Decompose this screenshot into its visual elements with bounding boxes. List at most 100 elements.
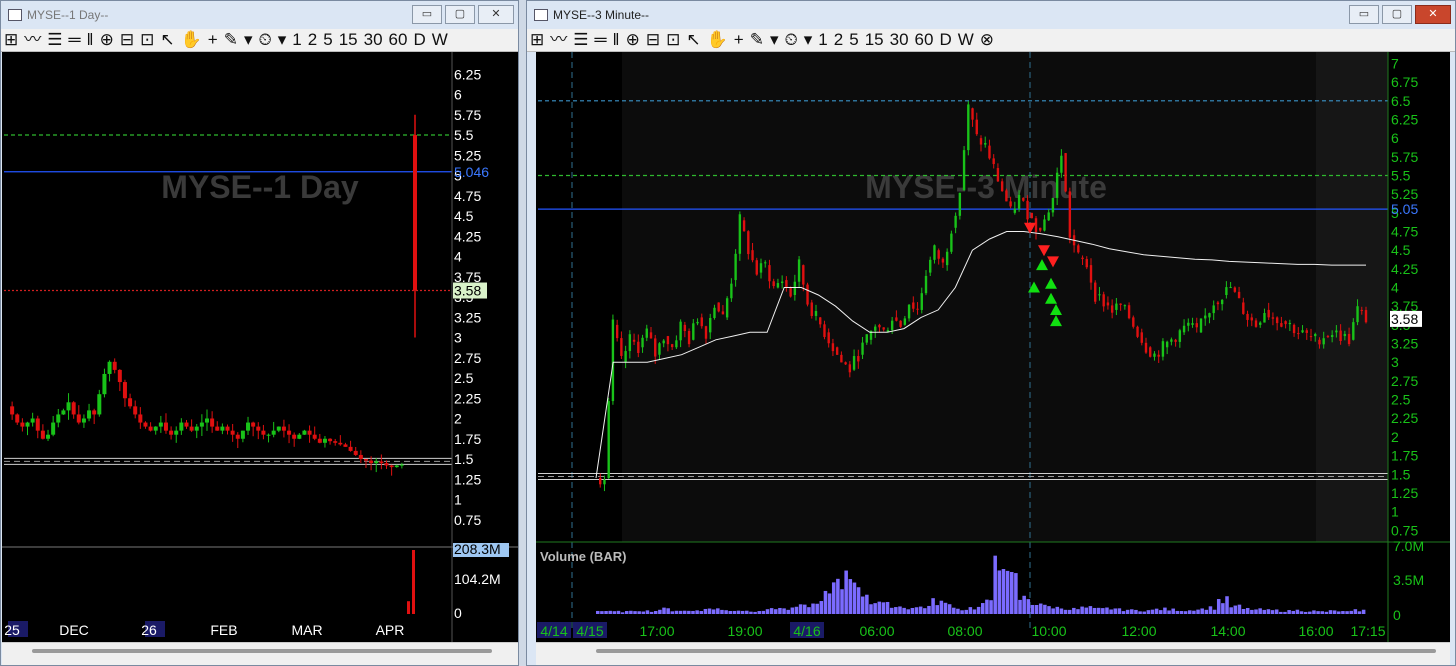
candle-body	[235, 434, 240, 439]
candle-body	[1034, 218, 1038, 233]
right-title-bar[interactable]: MYSE--3 Minute-- ▭ ▢ ✕	[527, 1, 1455, 29]
candle-body	[1047, 212, 1050, 221]
candle-body	[649, 332, 653, 339]
maximize-button[interactable]: ▢	[445, 5, 475, 24]
left-tool-6[interactable]: ⊟	[117, 30, 137, 50]
left-title-bar[interactable]: MYSE--1 Day-- ▭ ▢ ✕	[1, 1, 518, 29]
right-tool-19[interactable]: 30	[887, 30, 912, 50]
left-horizontal-scrollbar[interactable]	[2, 642, 518, 665]
left-tool-5[interactable]: ⊕	[97, 30, 117, 50]
right-chart-area[interactable]: MYSE--3 Minute 7 6.75 6.5 6.25 6 5.75 5.5 5.25 5 4…	[536, 52, 1450, 642]
left-tool-19[interactable]: 30	[361, 30, 386, 50]
candle-body	[1161, 341, 1165, 357]
candle-body	[1005, 190, 1008, 202]
left-tool-13[interactable]: ⏲	[255, 30, 274, 50]
left-tool-7[interactable]: ⊡	[137, 30, 157, 50]
minimize-button[interactable]: ▭	[412, 5, 442, 24]
candle-body	[374, 461, 379, 464]
right-tool-17[interactable]: 5	[846, 30, 861, 50]
right-tool-12[interactable]: ▾	[767, 30, 782, 50]
right-tool-20[interactable]: 60	[912, 30, 937, 50]
left-chart-svg[interactable]: MYSE--1 Day6.2565.755.55.2554.754.54.254…	[2, 52, 518, 642]
left-tool-3[interactable]: ═	[66, 30, 84, 50]
right-tool-10[interactable]: +	[731, 30, 747, 50]
x-tick-label: 14:00	[1210, 623, 1245, 639]
left-tool-21[interactable]: D	[410, 30, 428, 50]
left-tool-8[interactable]: ↖	[157, 30, 177, 50]
candle-body	[153, 426, 158, 431]
left-tool-22[interactable]: W	[429, 30, 451, 50]
left-scroll-thumb[interactable]	[32, 649, 492, 653]
candle-body	[143, 422, 148, 427]
y-tick-label: 4.25	[1391, 261, 1418, 277]
right-tool-13[interactable]: ⏲	[781, 30, 800, 50]
left-tool-20[interactable]: 60	[386, 30, 411, 50]
right-tool-2[interactable]: ☰	[570, 30, 591, 50]
left-tool-4[interactable]: ‖	[84, 30, 97, 50]
right-tool-21[interactable]: D	[936, 30, 954, 50]
right-horizontal-scrollbar[interactable]	[536, 642, 1450, 665]
volume-bar	[1096, 607, 1101, 614]
right-tool-6[interactable]: ⊟	[643, 30, 663, 50]
right-tool-18[interactable]: 15	[862, 30, 887, 50]
candle-body	[1022, 197, 1025, 201]
candle-body	[1267, 309, 1270, 318]
volume-bar	[1266, 609, 1271, 614]
right-tool-15[interactable]: 1	[815, 30, 830, 50]
right-chart-window: MYSE--3 Minute-- ▭ ▢ ✕ ⊞ 〰 ☰ ═ ‖ ⊕ ⊟ ⊡ ↖ ✋ + ✎ ▾ ⏲ ▾ 1 2…	[526, 0, 1456, 666]
candle-body	[1153, 353, 1156, 357]
right-tool-8[interactable]: ↖	[683, 30, 703, 50]
left-tool-10[interactable]: +	[205, 30, 221, 50]
right-tool-4[interactable]: ‖	[610, 30, 623, 50]
right-tool-5[interactable]: ⊕	[623, 30, 643, 50]
right-tool-22[interactable]: W	[955, 30, 977, 50]
right-scroll-thumb[interactable]	[596, 649, 1436, 653]
candle-body	[1204, 315, 1207, 319]
left-tool-12[interactable]: ▾	[241, 30, 256, 50]
right-chart-svg[interactable]: MYSE--3 Minute76.756.56.2565.755.55.2554…	[536, 52, 1450, 642]
right-tool-9[interactable]: ✋	[704, 30, 731, 50]
y-tick-label: 2.75	[454, 350, 481, 366]
volume-bar	[1279, 611, 1283, 614]
volume-bar	[703, 608, 708, 614]
left-tool-17[interactable]: 5	[320, 30, 335, 50]
candle-body	[1085, 259, 1088, 268]
minimize-button[interactable]: ▭	[1349, 5, 1379, 24]
left-tool-11[interactable]: ✎	[221, 30, 241, 50]
volume-bar	[1221, 603, 1225, 614]
candle-body	[148, 426, 153, 431]
close-button[interactable]: ✕	[478, 5, 514, 24]
right-tool-16[interactable]: 2	[831, 30, 846, 50]
volume-bar	[1245, 607, 1250, 614]
right-tool-0[interactable]: ⊞	[527, 30, 547, 50]
candle-body	[1356, 306, 1359, 323]
right-tool-11[interactable]: ✎	[747, 30, 767, 50]
right-tool-1[interactable]: 〰	[547, 30, 570, 50]
volume-bar	[1303, 611, 1308, 614]
left-tool-18[interactable]: 15	[336, 30, 361, 50]
candle-body	[607, 401, 610, 478]
candle-body	[819, 317, 822, 325]
candle-body	[240, 430, 245, 439]
left-tool-14[interactable]: ▾	[275, 30, 290, 50]
right-tool-23[interactable]: ⊗	[977, 30, 997, 50]
candle-body	[1089, 265, 1093, 283]
left-tool-1[interactable]: 〰	[21, 30, 44, 50]
left-tool-9[interactable]: ✋	[178, 30, 205, 50]
left-tool-0[interactable]: ⊞	[1, 30, 21, 50]
maximize-button[interactable]: ▢	[1382, 5, 1412, 24]
left-tool-15[interactable]: 1	[289, 30, 304, 50]
left-tool-2[interactable]: ☰	[44, 30, 65, 50]
candle-body	[363, 459, 368, 461]
close-button[interactable]: ✕	[1415, 5, 1451, 24]
left-chart-area[interactable]: MYSE--1 Day 6.25 6 5.75 5.5 5.25 5 4.75 4.5 4.25 4…	[2, 52, 518, 642]
right-tool-14[interactable]: ▾	[801, 30, 816, 50]
candle-body	[1178, 330, 1182, 342]
right-tool-3[interactable]: ═	[592, 30, 610, 50]
right-tool-7[interactable]: ⊡	[663, 30, 683, 50]
volume-bar	[952, 607, 956, 614]
volume-bar	[939, 600, 944, 614]
left-tool-16[interactable]: 2	[305, 30, 320, 50]
candle-body	[205, 418, 209, 423]
volume-bar	[873, 603, 877, 614]
